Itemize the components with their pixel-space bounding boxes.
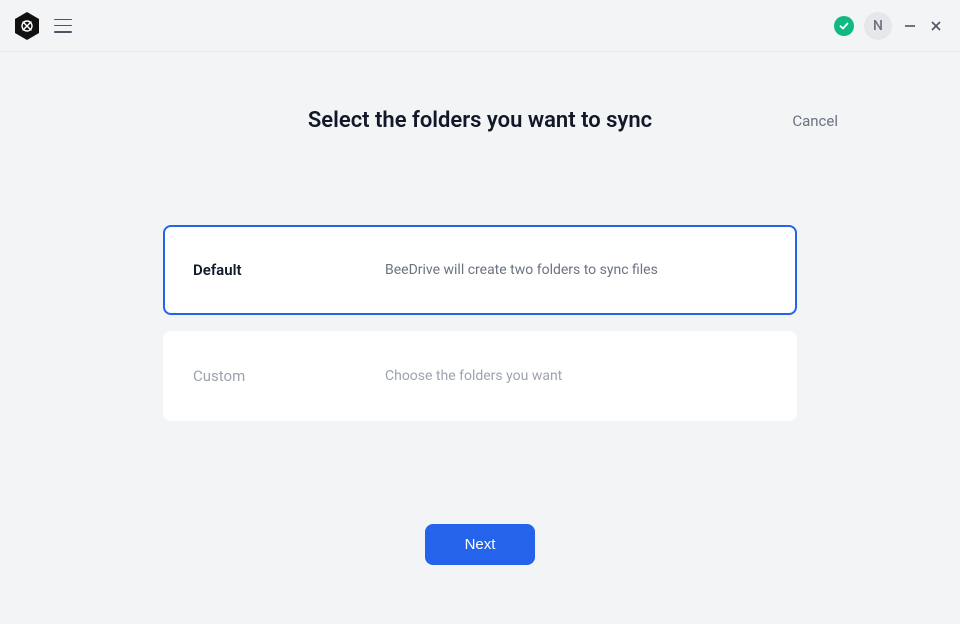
sync-options: Default BeeDrive will create two folders… xyxy=(163,225,797,421)
cancel-button[interactable]: Cancel xyxy=(792,112,838,130)
main-content: Select the folders you want to sync Canc… xyxy=(0,52,960,421)
next-button[interactable]: Next xyxy=(425,524,536,565)
close-icon[interactable] xyxy=(928,18,944,34)
option-default-label: Default xyxy=(193,261,385,279)
status-ok-icon xyxy=(834,16,854,36)
option-custom[interactable]: Custom Choose the folders you want xyxy=(163,331,797,421)
option-custom-label: Custom xyxy=(193,367,385,385)
option-custom-desc: Choose the folders you want xyxy=(385,368,562,384)
header-left xyxy=(12,11,72,41)
app-header: N xyxy=(0,0,960,52)
footer: Next xyxy=(0,524,960,565)
avatar-initial: N xyxy=(873,18,883,34)
title-row: Select the folders you want to sync Canc… xyxy=(0,108,960,133)
minimize-icon[interactable] xyxy=(902,18,918,34)
app-logo-icon xyxy=(12,11,42,41)
option-default-desc: BeeDrive will create two folders to sync… xyxy=(385,262,658,278)
header-right: N xyxy=(834,12,944,40)
user-avatar[interactable]: N xyxy=(864,12,892,40)
menu-icon[interactable] xyxy=(54,19,72,33)
page-title: Select the folders you want to sync xyxy=(308,108,652,133)
option-default[interactable]: Default BeeDrive will create two folders… xyxy=(163,225,797,315)
